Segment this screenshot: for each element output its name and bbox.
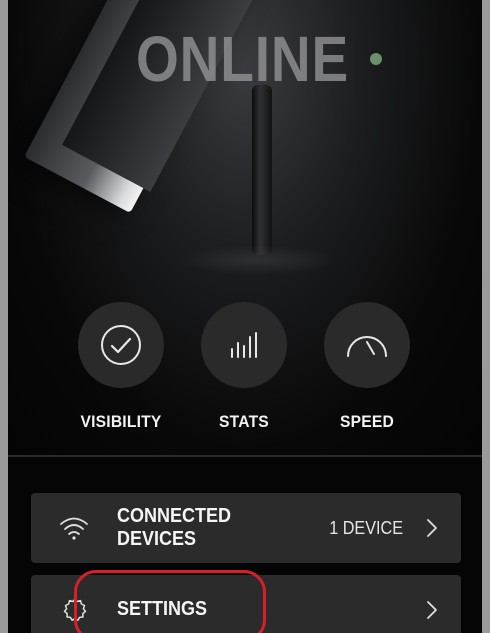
device-frame-right (482, 0, 490, 633)
device-count: 1 DEVICE (329, 518, 403, 538)
chevron-right-icon (427, 519, 437, 537)
bar-stats-icon (231, 332, 257, 358)
speed-label: SPEED (340, 412, 394, 431)
stats-circle[interactable] (201, 302, 287, 388)
dish-shadow (178, 245, 338, 275)
speed-button[interactable]: SPEED (322, 302, 412, 432)
device-frame-left (0, 0, 8, 633)
visibility-circle[interactable] (78, 302, 164, 388)
settings-highlight-annotation (74, 570, 266, 633)
app-screen: ONLINE VISIBILITY STATS SPEED CONNECTED … (8, 0, 482, 633)
dish-mast (252, 85, 272, 255)
wifi-icon (60, 517, 88, 540)
connected-devices-label-line2: DEVICES (117, 528, 197, 550)
connected-devices-row[interactable]: CONNECTED DEVICES 1 DEVICE (31, 493, 461, 563)
connection-status: ONLINE (136, 23, 350, 95)
speedometer-icon (347, 336, 387, 357)
section-divider (8, 455, 482, 457)
stats-label: STATS (219, 412, 269, 431)
visibility-label: VISIBILITY (80, 412, 162, 431)
status-indicator-dot (370, 53, 382, 65)
visibility-button[interactable]: VISIBILITY (76, 302, 166, 432)
connected-devices-label: CONNECTED DEVICES (117, 505, 231, 551)
chevron-right-icon (427, 601, 437, 619)
stats-button[interactable]: STATS (199, 302, 289, 432)
connected-devices-label-line1: CONNECTED (117, 505, 232, 527)
speed-circle[interactable] (324, 302, 410, 388)
check-circle-icon (101, 325, 141, 365)
